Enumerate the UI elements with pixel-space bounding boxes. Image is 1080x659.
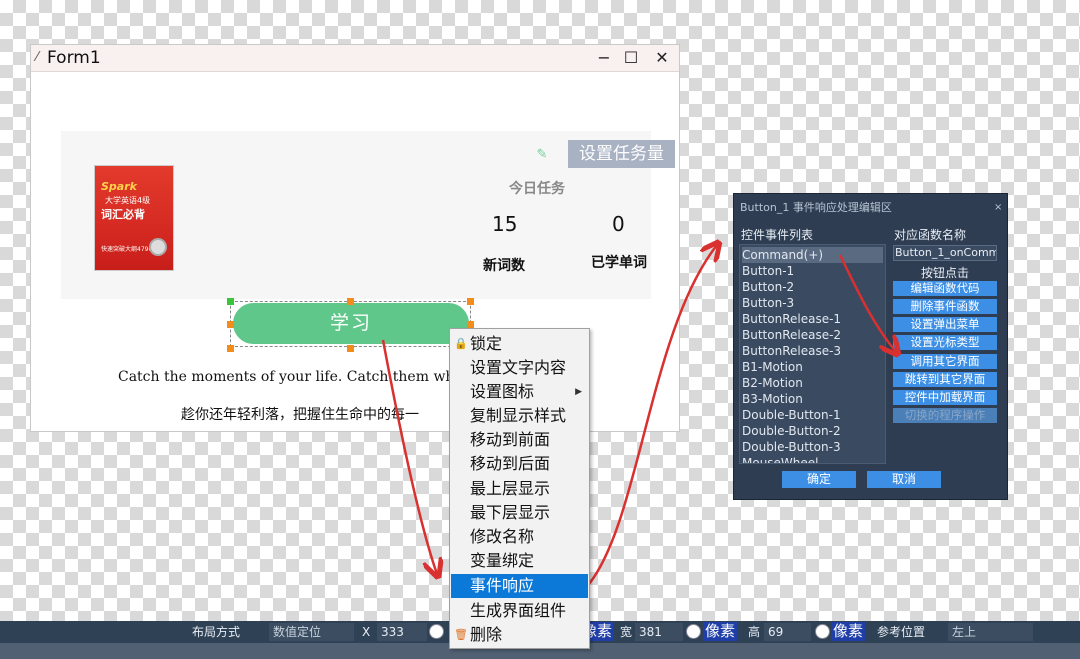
menu-item-top-layer[interactable]: 最上层显示 [451, 477, 588, 501]
context-menu: 🔒 锁定 设置文字内容 设置图标 ▶ 复制显示样式 移动到前面 移动到后面 最上层显… [449, 328, 590, 649]
menu-item-event-response[interactable]: 事件响应 [451, 574, 588, 598]
menu-item-copy-style[interactable]: 复制显示样式 [451, 404, 588, 428]
menu-item-set-icon[interactable]: 设置图标 ▶ [451, 380, 588, 404]
lock-icon: 🔒 [454, 337, 468, 350]
trash-icon: 🗑 [454, 628, 468, 641]
menu-item-rename[interactable]: 修改名称 [451, 525, 588, 549]
menu-item-move-front[interactable]: 移动到前面 [451, 428, 588, 452]
menu-item-variable-binding[interactable]: 变量绑定 [451, 549, 588, 573]
submenu-arrow-icon: ▶ [575, 387, 582, 397]
arrow-to-button [838, 254, 896, 352]
menu-item-set-text[interactable]: 设置文字内容 [451, 356, 588, 380]
menu-item-generate-component[interactable]: 生成界面组件 [451, 599, 588, 623]
menu-item-bottom-layer[interactable]: 最下层显示 [451, 501, 588, 525]
arrow-to-menu [381, 339, 437, 574]
menu-item-move-back[interactable]: 移动到后面 [451, 452, 588, 476]
menu-item-delete[interactable]: 🗑 删除 [451, 623, 588, 647]
arrow-to-dialog [588, 245, 717, 585]
menu-item-lock[interactable]: 🔒 锁定 [451, 332, 588, 356]
